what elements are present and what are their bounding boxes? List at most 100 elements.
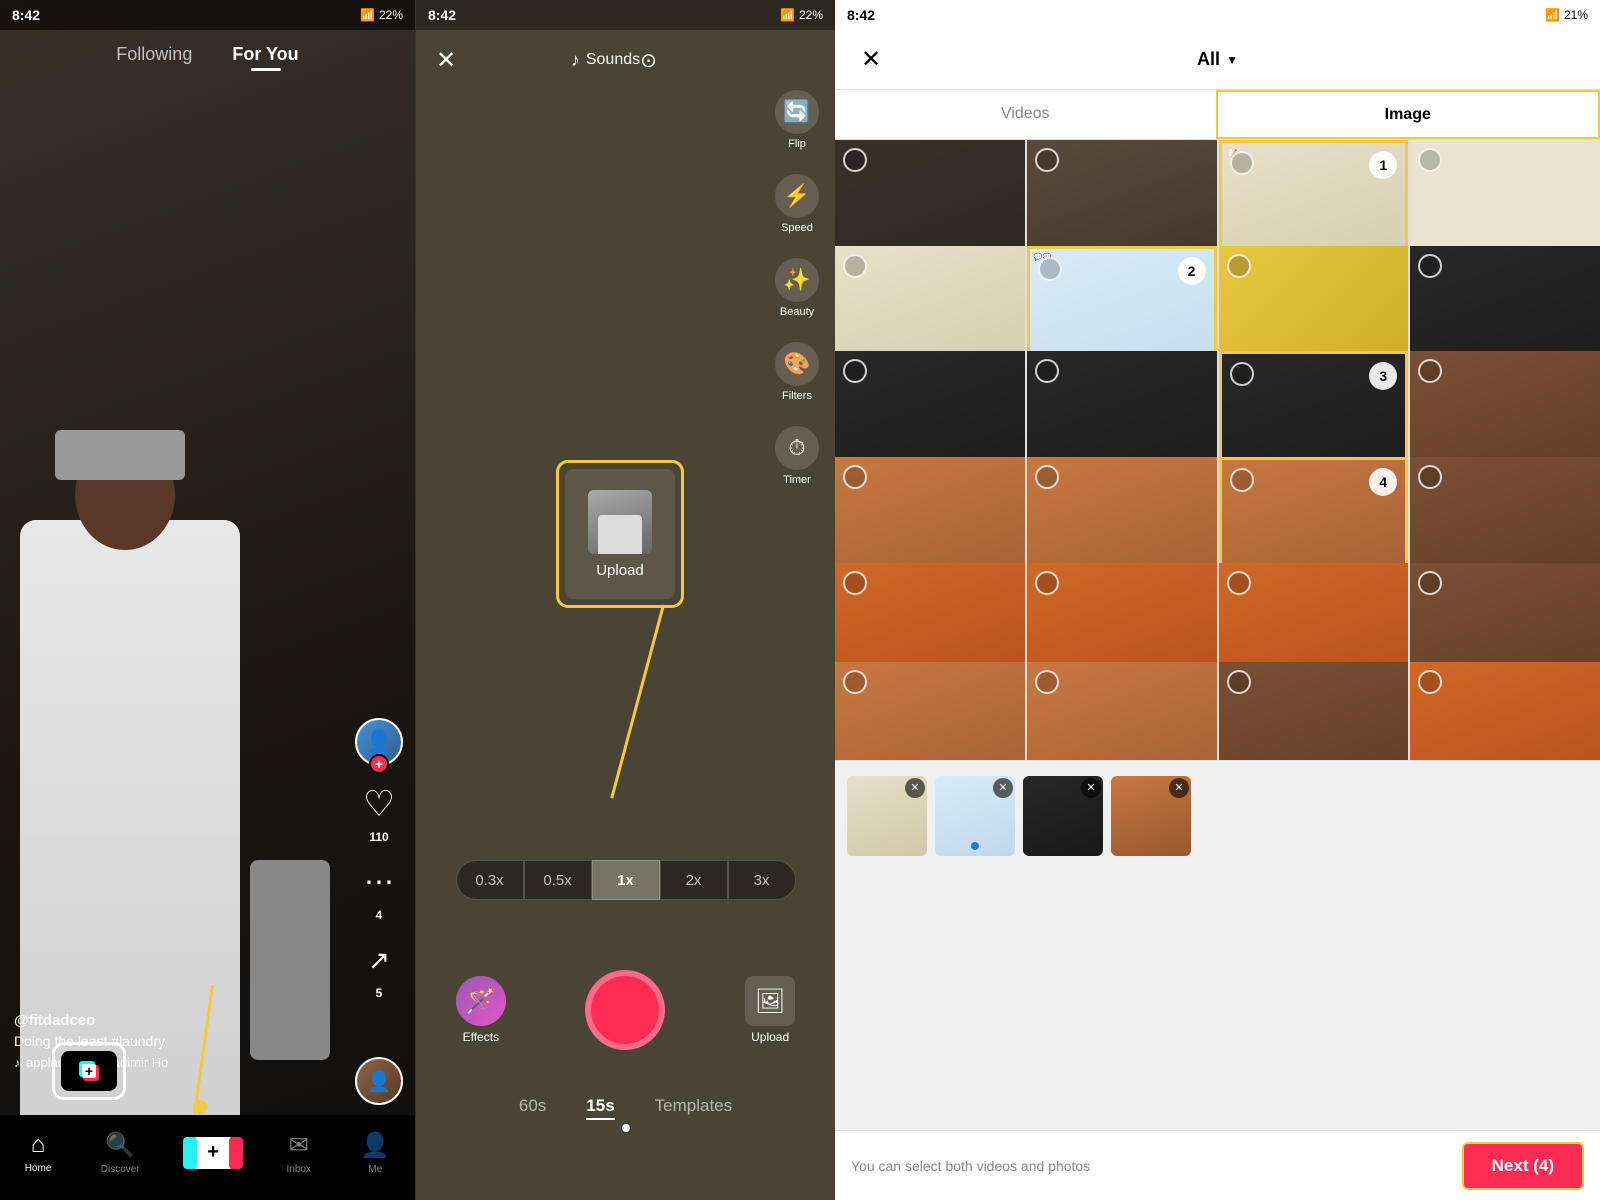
nav-create[interactable]: + — [189, 1137, 237, 1169]
selected-thumb-3: ✕ — [1023, 776, 1103, 856]
gallery-cell-21[interactable] — [835, 662, 1025, 760]
gallery-cell-24[interactable] — [1410, 662, 1600, 760]
tab-following[interactable]: Following — [116, 44, 192, 65]
cell-select-13 — [843, 465, 867, 489]
timer-60s[interactable]: 60s — [519, 1096, 546, 1120]
cell-select-16 — [1418, 465, 1442, 489]
cell-select-24 — [1418, 670, 1442, 694]
speed-3x[interactable]: 3x — [728, 860, 796, 900]
share-count: 5 — [376, 986, 383, 1000]
create-nav-button[interactable]: + — [189, 1137, 237, 1169]
cell-badge-1: 1 — [1369, 151, 1397, 179]
upload-box[interactable]: Upload — [565, 469, 675, 599]
beauty-icon: ✨ — [775, 258, 819, 302]
upload-label: Upload — [596, 562, 644, 579]
video-content — [0, 370, 320, 1120]
effects-button[interactable]: 🪄 Effects — [456, 976, 506, 1044]
nav-home-label: Home — [25, 1163, 52, 1174]
gallery-time: 8:42 — [847, 7, 875, 23]
share-action[interactable]: ↗ 5 — [357, 938, 401, 1000]
feed-time: 8:42 — [12, 7, 40, 23]
tab-for-you[interactable]: For You — [232, 44, 298, 65]
nav-me-label: Me — [368, 1164, 382, 1175]
nav-discover-label: Discover — [101, 1164, 140, 1175]
gallery-cell-23[interactable] — [1219, 662, 1409, 760]
cell-select-22 — [1035, 670, 1059, 694]
cell-select-12 — [1418, 359, 1442, 383]
create-button[interactable]: + — [61, 1051, 117, 1091]
selected-strip: ✕ ✕ ✕ ✕ — [835, 760, 1600, 870]
nav-me[interactable]: 👤 Me — [360, 1131, 390, 1175]
cell-select-15 — [1230, 468, 1254, 492]
sounds-button[interactable]: ♪ Sounds — [571, 50, 640, 71]
camera-time: 8:42 — [428, 7, 456, 23]
timer-indicator-dot — [622, 1124, 630, 1132]
cell-select-21 — [843, 670, 867, 694]
gallery-battery-icon: 21% — [1564, 8, 1588, 22]
speed-2x[interactable]: 2x — [660, 860, 728, 900]
nav-inbox[interactable]: ✉ Inbox — [287, 1131, 311, 1175]
me-icon: 👤 — [360, 1131, 390, 1160]
remove-thumb-4[interactable]: ✕ — [1169, 778, 1189, 798]
cell-select-5 — [843, 254, 867, 278]
upload-box-highlight: Upload — [556, 460, 684, 608]
cell-select-14 — [1035, 465, 1059, 489]
feed-panel: 8:42 📶 22% Following For You 👤 + ♡ 110 ⋯ — [0, 0, 415, 1200]
speed-0.5x[interactable]: 0.5x — [524, 860, 592, 900]
cell-select-4 — [1418, 148, 1442, 172]
speed-1x[interactable]: 1x — [592, 860, 660, 900]
nav-inbox-label: Inbox — [287, 1164, 311, 1175]
tab-videos[interactable]: Videos — [835, 90, 1216, 139]
timer-label: Timer — [783, 474, 811, 486]
camera-status-bar: 8:42 📶 22% — [416, 0, 835, 30]
next-button[interactable]: Next (4) — [1462, 1142, 1584, 1190]
speed-0.3x[interactable]: 0.3x — [456, 860, 524, 900]
cell-select-1 — [843, 148, 867, 172]
avatar-container[interactable]: 👤 + — [355, 718, 403, 766]
gallery-close-button[interactable]: ✕ — [851, 40, 891, 80]
tool-beauty[interactable]: ✨ Beauty — [775, 258, 819, 318]
like-action[interactable]: ♡ 110 — [357, 782, 401, 844]
gallery-panel: 8:42 📶 21% ✕ All ▼ Videos Image 1 — [835, 0, 1600, 1200]
upload-button-bottom[interactable]: 🖼 Upload — [745, 976, 795, 1044]
camera-header-spacer: ⊙ — [640, 48, 680, 73]
username: @fitdadceo — [14, 1012, 168, 1029]
tab-image[interactable]: Image — [1216, 90, 1600, 139]
camera-settings-icon[interactable]: ⊙ — [640, 50, 657, 72]
cell-badge-4: 4 — [1369, 468, 1397, 496]
camera-close-button[interactable]: ✕ — [436, 46, 456, 75]
battery-icon: 22% — [379, 8, 403, 22]
remove-thumb-3[interactable]: ✕ — [1081, 778, 1101, 798]
tool-timer[interactable]: ⏱ Timer — [775, 426, 819, 486]
tool-speed[interactable]: ⚡ Speed — [775, 174, 819, 234]
camera-tools: 🔄 Flip ⚡ Speed ✨ Beauty 🎨 Filters ⏱ — [775, 90, 819, 486]
gallery-status-bar: 8:42 📶 21% — [835, 0, 1600, 30]
remove-thumb-1[interactable]: ✕ — [905, 778, 925, 798]
create-button-highlight: + — [52, 1042, 126, 1100]
gallery-title-area[interactable]: All ▼ — [1197, 49, 1238, 70]
sounds-label: Sounds — [586, 51, 640, 69]
tool-flip[interactable]: 🔄 Flip — [775, 90, 819, 150]
tool-filters[interactable]: 🎨 Filters — [775, 342, 819, 402]
upload-icon: 🖼 — [745, 976, 795, 1026]
upload-box-wrapper: Upload — [556, 460, 684, 608]
nav-home[interactable]: ⌂ Home — [25, 1131, 52, 1174]
gallery-cell-22[interactable] — [1027, 662, 1217, 760]
remove-thumb-2[interactable]: ✕ — [993, 778, 1013, 798]
follow-plus-badge: + — [369, 754, 389, 774]
timer-15s[interactable]: 15s — [586, 1096, 614, 1120]
gallery-dropdown-icon: ▼ — [1226, 53, 1238, 67]
gallery-tabs: Videos Image — [835, 90, 1600, 140]
upload-label-bottom: Upload — [751, 1030, 789, 1044]
beauty-label: Beauty — [780, 306, 814, 318]
timer-templates[interactable]: Templates — [655, 1096, 732, 1120]
cell-select-2 — [1035, 148, 1059, 172]
timer-icon: ⏱ — [775, 426, 819, 470]
upload-thumbnail — [588, 490, 652, 554]
record-button[interactable] — [585, 970, 665, 1050]
nav-discover[interactable]: 🔍 Discover — [101, 1131, 140, 1175]
tiktok-logo: + — [77, 1059, 101, 1083]
comment-action[interactable]: ⋯ 4 — [357, 860, 401, 922]
discover-icon: 🔍 — [105, 1131, 135, 1160]
timer-tabs: 60s 15s Templates — [416, 1096, 835, 1120]
